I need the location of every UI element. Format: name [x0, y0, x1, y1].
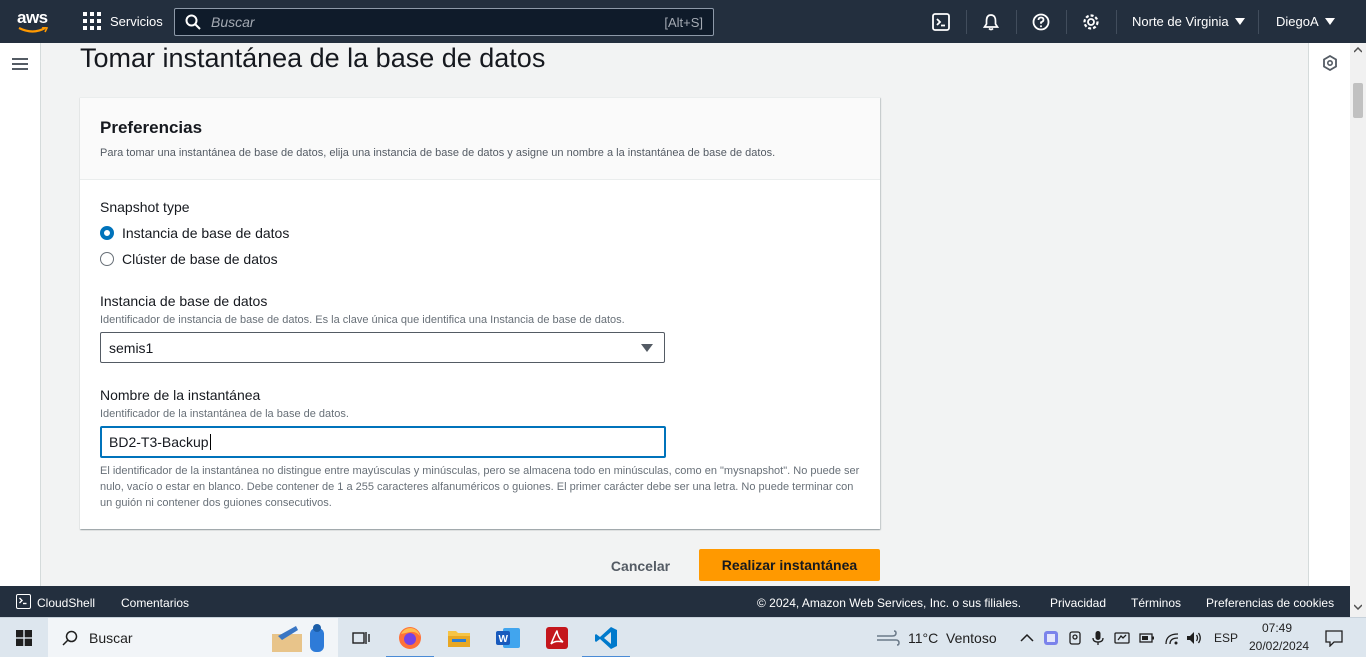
- scroll-up-icon[interactable]: [1354, 47, 1362, 53]
- footer-feedback-link[interactable]: Comentarios: [121, 596, 189, 610]
- language-indicator[interactable]: ESP: [1214, 631, 1238, 645]
- text-cursor: [209, 434, 211, 450]
- services-menu-button[interactable]: Servicios: [83, 12, 163, 30]
- radio-db-instance-label: Instancia de base de datos: [122, 225, 290, 241]
- taskbar-search-label: Buscar: [89, 630, 133, 646]
- search-shortcut: [Alt+S]: [664, 14, 703, 30]
- scroll-down-icon[interactable]: [1354, 604, 1362, 610]
- teams-icon[interactable]: [1043, 630, 1059, 646]
- aws-logo[interactable]: aws: [17, 8, 51, 34]
- region-selector[interactable]: Norte de Virginia: [1132, 14, 1245, 29]
- preferences-container: Preferencias Para tomar una instantánea …: [80, 97, 880, 529]
- nav-divider: [1016, 10, 1017, 34]
- top-navigation: aws Servicios Buscar [Alt+S] Norte de Vi…: [0, 0, 1366, 43]
- scroll-thumb[interactable]: [1353, 83, 1363, 118]
- nav-divider: [966, 10, 967, 34]
- wifi-icon[interactable]: [1164, 630, 1180, 646]
- cancel-button[interactable]: Cancelar: [598, 551, 683, 581]
- preferences-title: Preferencias: [100, 118, 203, 137]
- snapshot-name-label: Nombre de la instantánea: [100, 387, 261, 403]
- radio-selected-icon[interactable]: [100, 226, 114, 240]
- nav-divider: [1116, 10, 1117, 34]
- preferences-description: Para tomar una instantánea de base de da…: [100, 147, 776, 159]
- nav-divider: [1258, 10, 1259, 34]
- footer-privacy-link[interactable]: Privacidad: [1050, 596, 1106, 610]
- clock-date[interactable]: 20/02/2024: [1249, 639, 1309, 653]
- clock-time[interactable]: 07:49: [1262, 621, 1292, 635]
- snapshot-name-constraint: El identificador de la instantánea no di…: [100, 465, 860, 509]
- instance-select-value: semis1: [109, 339, 154, 356]
- take-snapshot-button[interactable]: Realizar instantánea: [699, 549, 880, 581]
- footer-copyright: © 2024, Amazon Web Services, Inc. o sus …: [757, 596, 1022, 610]
- side-navigation-panel: [0, 43, 41, 586]
- radio-db-cluster-label: Clúster de base de datos: [122, 251, 278, 267]
- hamburger-menu-icon[interactable]: [12, 58, 28, 70]
- footer-cookies-link[interactable]: Preferencias de cookies: [1206, 596, 1334, 610]
- caret-down-icon: [1234, 18, 1245, 25]
- services-label: Servicios: [110, 13, 163, 29]
- aws-smile-icon: [18, 27, 48, 33]
- search-icon: [185, 14, 201, 30]
- vscode-icon[interactable]: [582, 624, 630, 657]
- cloudshell-icon[interactable]: [16, 594, 31, 609]
- search-input[interactable]: Buscar [Alt+S]: [174, 8, 714, 36]
- wind-icon: [877, 630, 900, 646]
- console-footer: CloudShell Comentarios © 2024, Amazon We…: [0, 586, 1350, 617]
- svg-text:W: W: [499, 634, 509, 645]
- nav-divider: [1066, 10, 1067, 34]
- radio-db-instance[interactable]: Instancia de base de datos: [100, 225, 289, 241]
- weather-desc[interactable]: Ventoso: [946, 630, 997, 646]
- microphone-icon[interactable]: [1090, 630, 1106, 646]
- snapshot-name-value: BD2-T3-Backup: [109, 434, 209, 450]
- task-view-icon[interactable]: [347, 624, 375, 652]
- search-highlight-icon: [272, 624, 324, 652]
- camera-icon[interactable]: [1067, 630, 1083, 646]
- search-placeholder: Buscar: [211, 14, 255, 30]
- page-scrollbar[interactable]: [1350, 43, 1366, 617]
- footer-cloudshell-link[interactable]: CloudShell: [37, 596, 95, 610]
- chevron-up-icon[interactable]: [1019, 630, 1035, 646]
- dropdown-arrow-icon: [641, 344, 653, 352]
- bell-icon[interactable]: [980, 11, 1002, 33]
- instance-help: Identificador de instancia de base de da…: [100, 314, 625, 326]
- gear-icon[interactable]: [1080, 11, 1102, 33]
- cloudshell-icon[interactable]: [930, 11, 952, 33]
- caret-down-icon: [1324, 18, 1335, 25]
- file-explorer-icon[interactable]: [445, 624, 473, 652]
- grid-icon: [83, 12, 101, 30]
- info-panel-icon[interactable]: [1322, 55, 1338, 71]
- windows-taskbar: Buscar W 11°C Ventoso ESP 07:49 20/02/20…: [0, 617, 1366, 657]
- notifications-icon[interactable]: [1325, 629, 1343, 647]
- volume-icon[interactable]: [1186, 630, 1202, 646]
- taskbar-search[interactable]: Buscar: [48, 618, 338, 657]
- user-label: DiegoA: [1276, 14, 1319, 29]
- snapshot-name-help: Identificador de la instantánea de la ba…: [100, 408, 349, 420]
- network-icon[interactable]: [1114, 630, 1130, 646]
- radio-db-cluster[interactable]: Clúster de base de datos: [100, 251, 278, 267]
- region-label: Norte de Virginia: [1132, 14, 1229, 29]
- firefox-icon[interactable]: [386, 624, 434, 657]
- snapshot-name-input[interactable]: BD2-T3-Backup: [100, 426, 666, 458]
- instance-select[interactable]: semis1: [100, 332, 665, 363]
- search-icon: [62, 630, 78, 646]
- pdf-reader-icon[interactable]: [543, 624, 571, 652]
- word-icon[interactable]: W: [494, 624, 522, 652]
- instance-label: Instancia de base de datos: [100, 293, 268, 309]
- footer-terms-link[interactable]: Términos: [1131, 596, 1181, 610]
- snapshot-type-label: Snapshot type: [100, 199, 190, 215]
- aws-logo-text: aws: [17, 8, 48, 27]
- page-title: Tomar instantánea de la base de datos: [80, 43, 546, 73]
- help-icon[interactable]: [1030, 11, 1052, 33]
- weather-temp[interactable]: 11°C: [908, 630, 938, 646]
- windows-start-icon[interactable]: [16, 630, 32, 646]
- preferences-header: Preferencias Para tomar una instantánea …: [80, 98, 880, 180]
- radio-unselected-icon[interactable]: [100, 252, 114, 266]
- user-menu[interactable]: DiegoA: [1276, 14, 1335, 29]
- battery-icon[interactable]: [1139, 630, 1155, 646]
- tools-panel: [1308, 43, 1350, 586]
